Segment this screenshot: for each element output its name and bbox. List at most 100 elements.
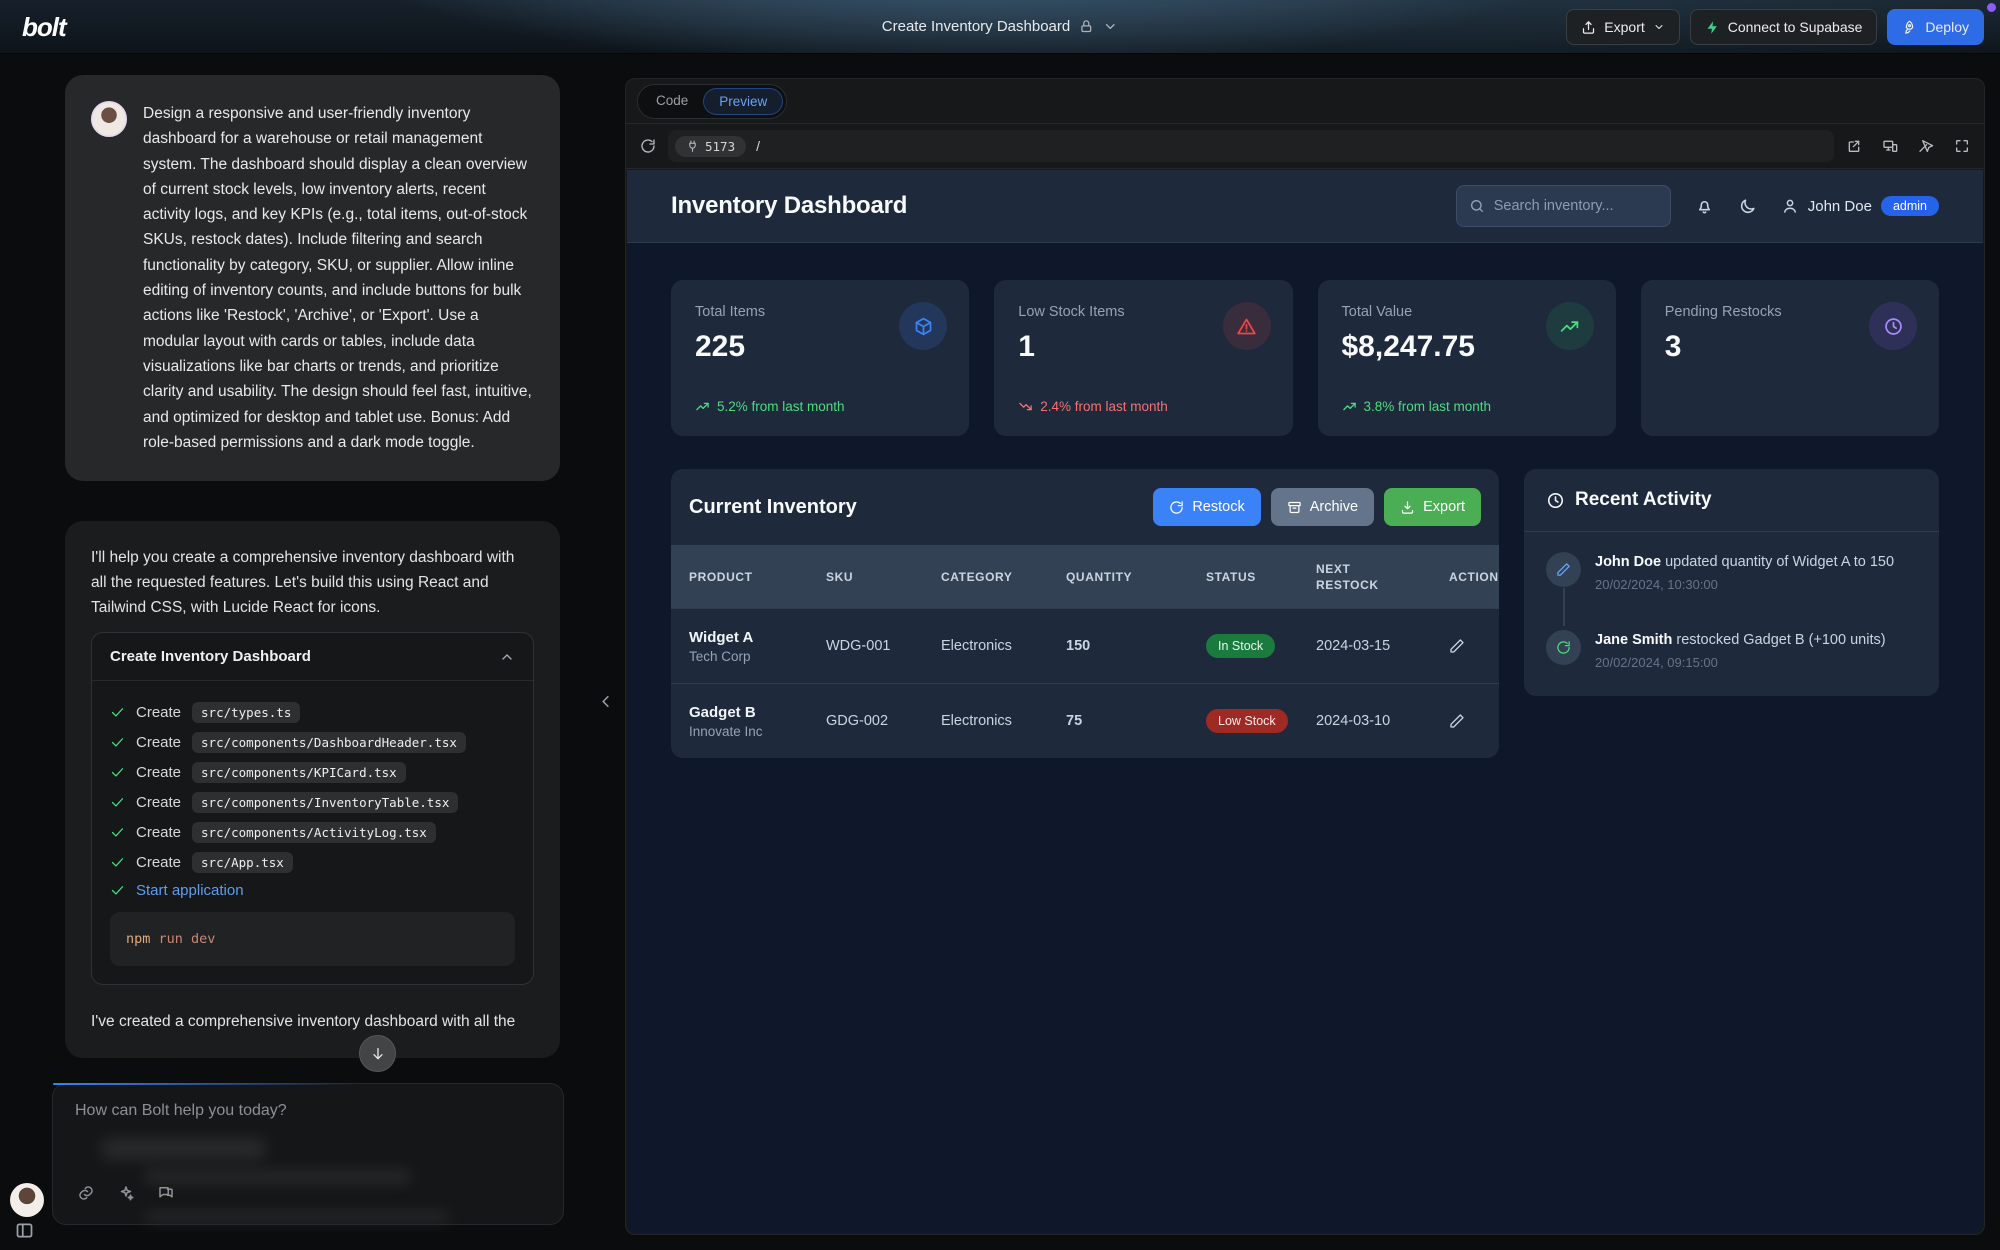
export-button[interactable]: Export	[1566, 9, 1679, 45]
redacted-blur	[144, 1170, 411, 1183]
preview-viewport: Inventory Dashboard	[627, 170, 1983, 1233]
redacted-blur	[144, 1212, 449, 1222]
assistant-message: I'll help you create a comprehensive inv…	[65, 521, 560, 1058]
step-action: Create	[136, 794, 181, 811]
step-action: Create	[136, 704, 181, 721]
project-title-menu[interactable]: Create Inventory Dashboard	[882, 18, 1118, 35]
dashboard-title: Inventory Dashboard	[671, 192, 907, 220]
archive-button[interactable]: Archive	[1271, 488, 1374, 526]
dashboard-content: Current Inventory Restock Archive	[627, 436, 1983, 791]
export-icon	[1581, 20, 1596, 35]
panel-left-icon	[14, 1220, 35, 1241]
cell-sku: WDG-001	[808, 638, 923, 654]
connect-supabase-button[interactable]: Connect to Supabase	[1690, 9, 1878, 45]
link-icon[interactable]	[77, 1184, 95, 1202]
chat-input-box[interactable]	[52, 1083, 564, 1225]
workspace: Design a responsive and user-friendly in…	[0, 54, 2000, 1250]
terminal-block: npm run dev	[110, 912, 515, 966]
role-badge: admin	[1881, 196, 1939, 216]
inventory-search[interactable]	[1456, 185, 1671, 227]
fullscreen-icon[interactable]	[1954, 138, 1970, 154]
notifications-button[interactable]	[1695, 197, 1714, 216]
chevron-up-icon[interactable]	[499, 649, 515, 665]
trending-up-icon	[1559, 316, 1580, 337]
kpi-grid: Total Items 225 5.2% from last month Low…	[627, 243, 1983, 436]
step-file-chip[interactable]: src/types.ts	[192, 702, 300, 723]
alert-triangle-icon	[1236, 316, 1257, 337]
step-file-chip[interactable]: src/components/DashboardHeader.tsx	[192, 732, 466, 753]
dashboard-header: Inventory Dashboard	[627, 170, 1983, 243]
terminal-command-args: run dev	[159, 931, 216, 947]
account-avatar[interactable]	[10, 1183, 44, 1217]
cell-category: Electronics	[923, 713, 1048, 729]
port-number: 5173	[705, 139, 735, 154]
address-bar[interactable]: 5173 /	[668, 130, 1834, 162]
artifact-header[interactable]: Create Inventory Dashboard	[92, 633, 533, 681]
step-file-chip[interactable]: src/components/KPICard.tsx	[192, 762, 406, 783]
download-icon	[1400, 500, 1415, 515]
notification-dot	[1987, 3, 1996, 12]
chevron-down-icon[interactable]	[1103, 19, 1118, 34]
start-application-link[interactable]: Start application	[136, 882, 244, 899]
search-input[interactable]	[1494, 198, 1654, 214]
deploy-button[interactable]: Deploy	[1887, 9, 1984, 45]
tab-code[interactable]: Code	[641, 88, 703, 115]
sidebar-toggle[interactable]	[14, 1220, 35, 1241]
bolt-logo[interactable]: bolt	[22, 12, 66, 43]
port-pill[interactable]: 5173	[675, 136, 746, 157]
assistant-followup-text: I've created a comprehensive inventory d…	[91, 1009, 534, 1034]
table-header-row: PRODUCT SKU CATEGORY QUANTITY STATUS NEX…	[671, 545, 1499, 608]
deploy-label: Deploy	[1925, 19, 1969, 35]
artifact-step: Create src/types.ts	[110, 702, 515, 723]
product-supplier: Innovate Inc	[689, 724, 808, 739]
urlbar-actions	[1846, 138, 1970, 154]
bolt-app: bolt Create Inventory Dashboard Export C…	[0, 0, 2000, 1250]
activity-item: John Doe updated quantity of Widget A to…	[1546, 552, 1917, 592]
kpi-card-total-items: Total Items 225 5.2% from last month	[671, 280, 969, 436]
cell-next-restock: 2024-03-15	[1298, 638, 1431, 654]
sparkles-icon[interactable]	[117, 1184, 135, 1202]
dark-mode-toggle[interactable]	[1738, 197, 1757, 216]
timeline-connector	[1563, 588, 1565, 626]
col-quantity: QUANTITY	[1048, 570, 1188, 584]
user-message-text: Design a responsive and user-friendly in…	[143, 101, 534, 455]
devices-icon[interactable]	[1882, 138, 1898, 154]
refresh-icon[interactable]	[640, 138, 656, 154]
col-next-restock: NEXT RESTOCK	[1298, 561, 1393, 593]
trending-up-icon	[695, 399, 710, 414]
pencil-icon[interactable]	[1449, 638, 1465, 654]
step-file-chip[interactable]: src/App.tsx	[192, 852, 293, 873]
supabase-label: Connect to Supabase	[1728, 19, 1863, 35]
restock-button[interactable]: Restock	[1153, 488, 1260, 526]
moon-icon	[1738, 197, 1757, 216]
table-row: Widget A Tech Corp WDG-001 Electronics 1…	[671, 608, 1499, 683]
project-title: Create Inventory Dashboard	[882, 18, 1070, 35]
export-csv-button[interactable]: Export	[1384, 488, 1481, 526]
chat-icon[interactable]	[157, 1184, 175, 1202]
redacted-blur	[101, 1138, 266, 1160]
topbar: bolt Create Inventory Dashboard Export C…	[0, 0, 2000, 54]
inspector-icon[interactable]	[1918, 138, 1934, 154]
supabase-icon	[1705, 20, 1720, 35]
activity-title: Recent Activity	[1575, 489, 1712, 511]
artifact-step: Create src/components/ActivityLog.tsx	[110, 822, 515, 843]
inventory-table: PRODUCT SKU CATEGORY QUANTITY STATUS NEX…	[671, 545, 1499, 758]
cell-quantity: 150	[1048, 638, 1188, 654]
collapse-chat-button[interactable]	[596, 692, 615, 711]
activity-text: Jane Smith restocked Gadget B (+100 unit…	[1595, 630, 1886, 650]
user-menu[interactable]: John Doe admin	[1781, 196, 1939, 216]
pencil-icon[interactable]	[1449, 713, 1465, 729]
scroll-to-bottom-button[interactable]	[359, 1035, 396, 1072]
bulk-actions: Restock Archive Export	[1153, 488, 1481, 526]
check-icon	[110, 855, 125, 870]
step-action: Create	[136, 824, 181, 841]
step-file-chip[interactable]: src/components/InventoryTable.tsx	[192, 792, 458, 813]
external-link-icon[interactable]	[1846, 138, 1862, 154]
tab-preview[interactable]: Preview	[703, 88, 783, 115]
inventory-title: Current Inventory	[689, 496, 857, 519]
step-file-chip[interactable]: src/components/ActivityLog.tsx	[192, 822, 436, 843]
col-status: STATUS	[1188, 570, 1298, 584]
activity-header: Recent Activity	[1524, 469, 1939, 532]
col-actions: ACTIONS	[1431, 570, 1499, 584]
activity-timestamp: 20/02/2024, 09:15:00	[1595, 655, 1886, 670]
